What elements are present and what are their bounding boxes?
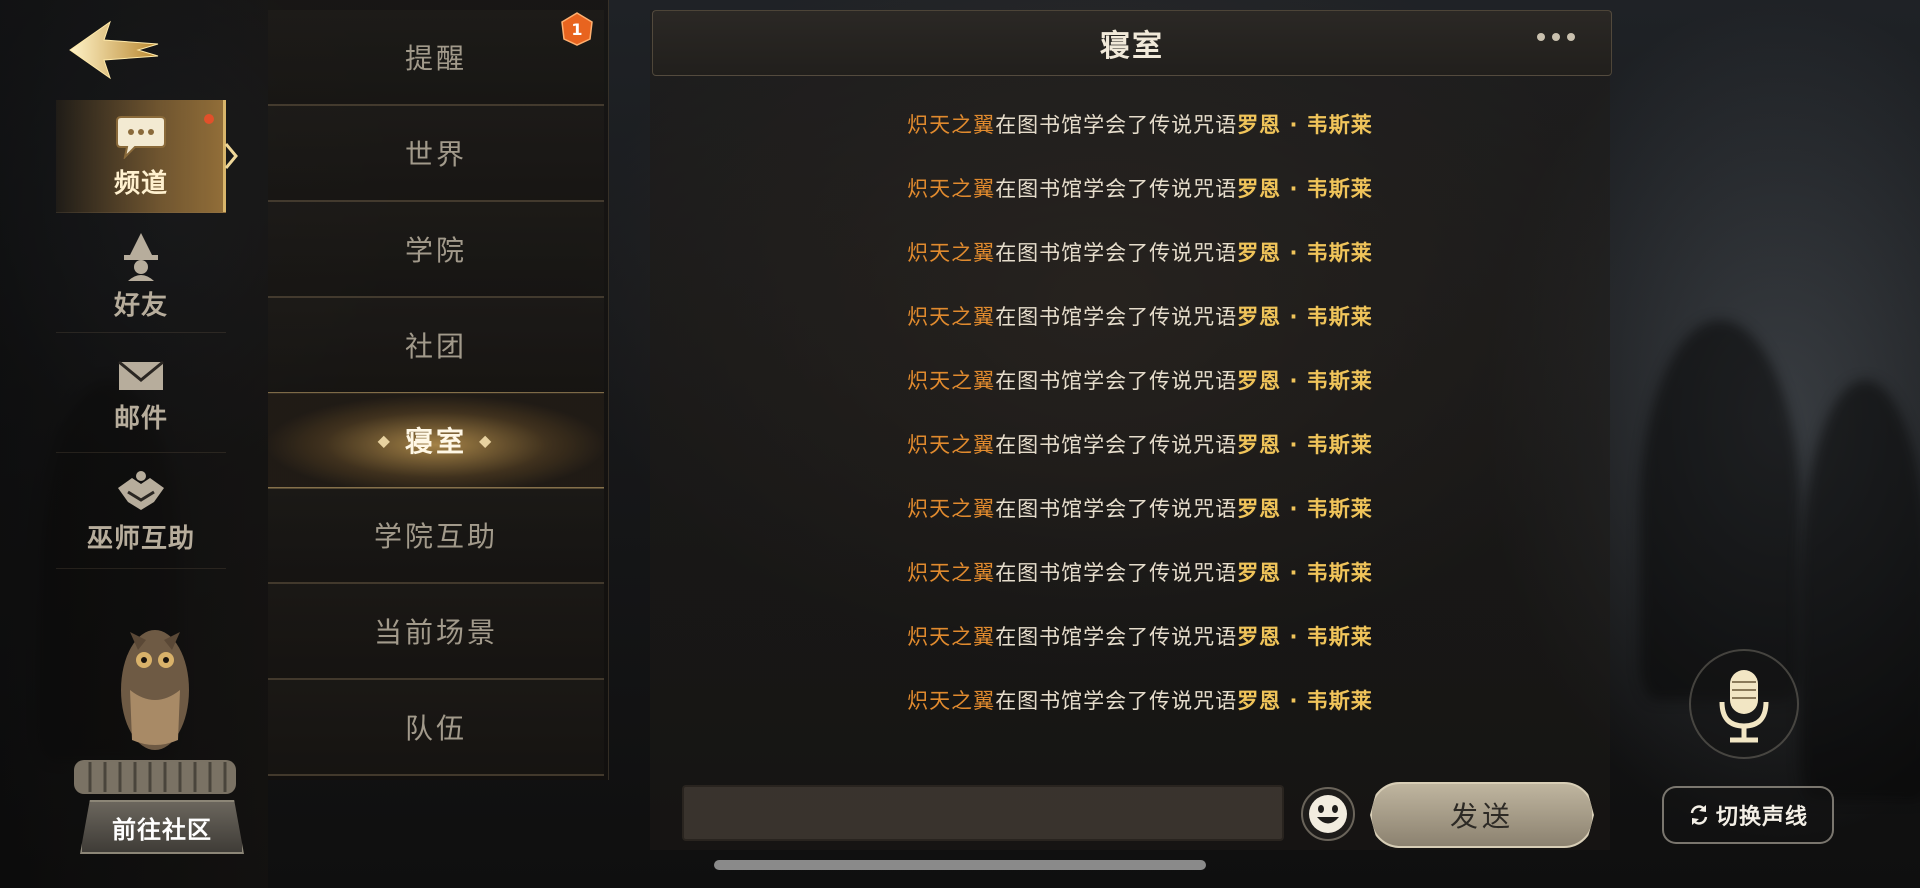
rail-label-wizard-help: 巫师互助 <box>86 523 195 554</box>
dot-icon <box>1552 33 1560 41</box>
rail-label-friends: 好友 <box>113 290 168 321</box>
channel-label: 学院 <box>404 234 467 267</box>
microphone-button[interactable] <box>1688 648 1800 760</box>
chat-message: 炽天之翼 在图书馆学会了传说咒语 罗恩 · 韦斯莱 <box>650 156 1630 220</box>
message-text: 在图书馆学会了传说咒语 <box>995 305 1238 329</box>
channel-item-world[interactable]: 世界 <box>268 106 604 202</box>
dot-icon <box>1567 33 1575 41</box>
player-name[interactable]: 炽天之翼 <box>907 621 995 651</box>
rail-item-channels[interactable]: 频道 <box>56 100 238 213</box>
smiley-icon <box>1301 787 1355 841</box>
chat-message: 炽天之翼 在图书馆学会了传说咒语 罗恩 · 韦斯莱 <box>650 92 1630 156</box>
channel-item-current-scene[interactable]: 当前场景 <box>268 584 604 680</box>
diamond-left-icon: ◆ <box>377 430 393 450</box>
chat-message: 炽天之翼 在图书馆学会了传说咒语 罗恩 · 韦斯莱 <box>650 284 1630 348</box>
rail-item-friends[interactable]: 好友 <box>56 220 226 333</box>
channel-item-house[interactable]: 学院 <box>268 202 604 298</box>
message-text: 在图书馆学会了传说咒语 <box>995 689 1238 713</box>
rail-item-wizard-help[interactable]: 巫师互助 <box>56 456 226 569</box>
spell-name[interactable]: 罗恩 · 韦斯莱 <box>1237 621 1373 651</box>
channel-item-house-help[interactable]: 学院互助 <box>268 488 604 584</box>
switch-voice-button[interactable]: 切换声线 <box>1662 786 1834 844</box>
message-text: 在图书馆学会了传说咒语 <box>995 369 1238 393</box>
rail-item-mail[interactable]: 邮件 <box>56 340 226 453</box>
channel-label: 世界 <box>404 138 467 171</box>
player-name[interactable]: 炽天之翼 <box>907 109 995 139</box>
badge-count: 1 <box>571 19 583 39</box>
rail-label-channels: 频道 <box>113 168 168 199</box>
send-button[interactable]: 发送 <box>1370 782 1594 848</box>
channel-item-dormitory[interactable]: ◆ 寝室 ◆ <box>268 392 604 489</box>
spell-name[interactable]: 罗恩 · 韦斯莱 <box>1237 109 1373 139</box>
active-indicator-icon <box>224 143 238 169</box>
channel-label: 队伍 <box>404 712 467 745</box>
spell-name[interactable]: 罗恩 · 韦斯莱 <box>1237 429 1373 459</box>
channel-list: 提醒 世界 学院 社团 ◆ 寝室 ◆ 学院互助 当前场景 队伍 <box>268 0 609 780</box>
chat-message: 炽天之翼 在图书馆学会了传说咒语 罗恩 · 韦斯莱 <box>650 668 1630 732</box>
player-name[interactable]: 炽天之翼 <box>907 301 995 331</box>
rail-label-mail: 邮件 <box>113 403 168 434</box>
player-name[interactable]: 炽天之翼 <box>907 685 995 715</box>
left-rail: 频道 好友 邮件 巫师互助 前往社区 <box>0 0 268 888</box>
channel-label: 提醒 <box>404 42 467 75</box>
chat-message: 炽天之翼 在图书馆学会了传说咒语 罗恩 · 韦斯莱 <box>650 412 1630 476</box>
message-text: 在图书馆学会了传说咒语 <box>995 625 1238 649</box>
more-options-button[interactable] <box>1537 33 1575 41</box>
message-text: 在图书馆学会了传说咒语 <box>995 433 1238 457</box>
spell-name[interactable]: 罗恩 · 韦斯莱 <box>1237 557 1373 587</box>
wizard-hat-icon <box>124 232 158 281</box>
message-list: 炽天之翼 在图书馆学会了传说咒语 罗恩 · 韦斯莱 炽天之翼 在图书馆学会了传说咒语罗… <box>650 92 1630 732</box>
channel-item-club[interactable]: 社团 <box>268 298 604 394</box>
chat-title: 寝室 <box>1100 29 1164 64</box>
chat-header: 寝室 <box>652 10 1612 76</box>
player-name[interactable]: 炽天之翼 <box>907 557 995 587</box>
envelope-icon <box>118 360 164 390</box>
message-text: 在图书馆学会了传说咒语 <box>995 497 1238 521</box>
chat-bubble-icon <box>116 115 166 159</box>
go-to-community-button[interactable]: 前往社区 <box>80 800 244 854</box>
handshake-icon <box>118 470 164 510</box>
message-text: 在图书馆学会了传说咒语 <box>995 113 1238 137</box>
player-name[interactable]: 炽天之翼 <box>907 365 995 395</box>
player-name[interactable]: 炽天之翼 <box>907 429 995 459</box>
dot-icon <box>1537 33 1545 41</box>
switch-voice-label: 切换声线 <box>1715 805 1808 830</box>
channel-item-reminder[interactable]: 提醒 <box>268 10 604 106</box>
channel-label: 学院互助 <box>373 520 498 553</box>
spell-name[interactable]: 罗恩 · 韦斯莱 <box>1237 493 1373 523</box>
player-name[interactable]: 炽天之翼 <box>907 173 995 203</box>
home-indicator[interactable] <box>714 860 1206 870</box>
spell-name[interactable]: 罗恩 · 韦斯莱 <box>1237 685 1373 715</box>
chat-message: 炽天之翼 在图书馆学会了传说咒语 罗恩 · 韦斯莱 <box>650 540 1630 604</box>
channel-label: 当前场景 <box>373 616 498 649</box>
player-name[interactable]: 炽天之翼 <box>907 237 995 267</box>
emoji-button[interactable] <box>1300 786 1356 842</box>
chat-message: 炽天之翼 在图书馆学会了传说咒语 罗恩 · 韦斯莱 <box>650 476 1630 540</box>
chat-message: 炽天之翼 在图书馆学会了传说咒语 罗恩 · 韦斯莱 <box>650 348 1630 412</box>
diamond-right-icon: ◆ <box>479 430 495 450</box>
chat-message: 炽天之翼 在图书馆学会了传说咒语 罗恩 · 韦斯莱 <box>650 604 1630 668</box>
microphone-icon <box>1689 649 1799 759</box>
channel-item-team[interactable]: 队伍 <box>268 680 604 776</box>
back-arrow-icon[interactable] <box>66 16 166 86</box>
refresh-icon <box>1690 805 1708 825</box>
player-name[interactable]: 炽天之翼 <box>907 493 995 523</box>
spell-name[interactable]: 罗恩 · 韦斯莱 <box>1237 365 1373 395</box>
spell-name[interactable]: 罗恩 · 韦斯莱 <box>1237 173 1373 203</box>
spell-name[interactable]: 罗恩 · 韦斯莱 <box>1237 301 1373 331</box>
message-text: 在图书馆学会了传说咒语 <box>995 241 1238 265</box>
spell-name[interactable]: 罗恩 · 韦斯莱 <box>1237 237 1373 267</box>
chat-input[interactable] <box>682 785 1284 841</box>
chat-message: 炽天之翼 在图书馆学会了传说咒语 罗恩 · 韦斯莱 <box>650 220 1630 284</box>
notification-badge: 1 <box>560 12 594 46</box>
channel-label: 寝室 <box>404 425 467 458</box>
message-text: 在图书馆学会了传说咒语 <box>995 177 1238 201</box>
notification-dot <box>204 114 214 124</box>
message-text: 在图书馆学会了传说咒语 <box>995 561 1238 585</box>
channel-label: 社团 <box>404 330 467 363</box>
